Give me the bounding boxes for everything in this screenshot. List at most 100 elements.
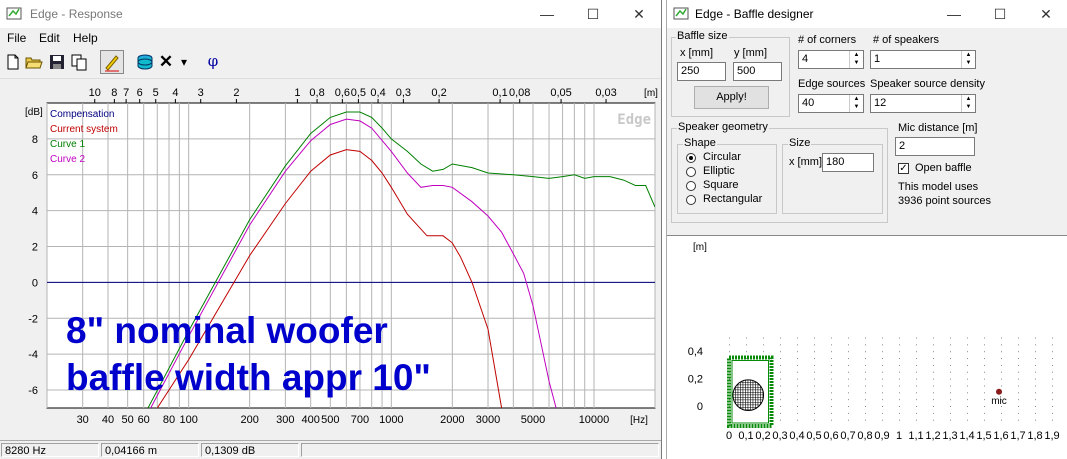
shape-circular-label[interactable]: Circular xyxy=(703,151,741,163)
top-tick-label: 0,8 xyxy=(309,87,324,99)
grid-dot xyxy=(899,371,900,373)
status-level: 0,1309 dB xyxy=(201,443,299,457)
grid-dot xyxy=(797,419,798,421)
grid-dot xyxy=(746,337,747,339)
mic-distance-input[interactable]: 2 xyxy=(895,137,975,156)
grid-dot xyxy=(967,371,968,373)
edge-sources-label: Edge sources xyxy=(798,78,866,90)
grid-dot xyxy=(967,385,968,387)
grid-dot xyxy=(882,358,883,360)
grid-dot xyxy=(848,364,849,366)
x-tick-label: 5000 xyxy=(521,414,545,426)
layout-x-tick: 0,2 xyxy=(755,430,770,442)
grid-dot xyxy=(984,406,985,407)
menu-help[interactable]: Help xyxy=(73,31,98,45)
maximize-button[interactable]: ☐ xyxy=(977,0,1023,28)
shape-square-radio[interactable] xyxy=(686,181,696,191)
grid-dot xyxy=(763,337,764,339)
grid-dot xyxy=(950,337,951,339)
edge-sources-spinner[interactable]: 40 ▲ ▼ xyxy=(798,94,864,113)
grid-dot xyxy=(1018,412,1019,414)
y-tick-label: -6 xyxy=(28,385,38,397)
grid-dot xyxy=(1052,337,1053,339)
maximize-button[interactable]: ☐ xyxy=(570,0,616,28)
grid-dot xyxy=(1018,364,1019,366)
phi-icon[interactable]: φ xyxy=(201,52,225,72)
grid-dot xyxy=(831,344,832,346)
grid-dot xyxy=(865,406,866,407)
layout-x-tick: 1,3 xyxy=(942,430,957,442)
speaker-density-spin-arrows[interactable]: ▲ ▼ xyxy=(961,95,975,112)
grid-dot xyxy=(882,399,883,401)
grid-dot xyxy=(933,399,934,401)
baffle-y-input[interactable]: 500 xyxy=(733,62,782,81)
grid-dot xyxy=(984,344,985,346)
grid-dot xyxy=(916,392,917,394)
status-wavelength: 0,04166 m xyxy=(101,443,199,457)
speakers-spin-arrows[interactable]: ▲ ▼ xyxy=(961,51,975,68)
grid-dot xyxy=(1052,412,1053,414)
size-input[interactable]: 180 xyxy=(822,153,874,172)
legend-compensation: Compensation xyxy=(50,109,114,120)
grid-dot xyxy=(1052,358,1053,360)
grid-dot xyxy=(865,378,866,380)
grid-dot xyxy=(984,378,985,380)
grid-dot xyxy=(933,406,934,407)
speaker-density-spinner[interactable]: 12 ▲ ▼ xyxy=(870,94,976,113)
grid-dot xyxy=(780,385,781,387)
speakers-value: 1 xyxy=(874,53,881,65)
grid-dot xyxy=(865,358,866,360)
layout-x-tick: 0,1 xyxy=(738,430,753,442)
shape-elliptic-label[interactable]: Elliptic xyxy=(703,165,735,177)
grid-dot xyxy=(831,412,832,414)
baffle-x-input[interactable]: 250 xyxy=(677,62,726,81)
baffle-layout-plot[interactable]: 0,40,200 0,1 0,2 0,3 0,4 0,5 0,6 0,7 0,8 0,9 1 1,1 1… xyxy=(667,236,1067,459)
grid-dot xyxy=(1001,337,1002,339)
menu-edit[interactable]: Edit xyxy=(39,31,60,45)
shape-circular-radio[interactable] xyxy=(686,153,696,163)
open-baffle-label[interactable]: Open baffle xyxy=(915,162,972,174)
grid-dot xyxy=(780,399,781,401)
grid-dot xyxy=(916,419,917,421)
copy-icon[interactable] xyxy=(69,52,89,72)
edge-sources-spin-arrows[interactable]: ▲ ▼ xyxy=(849,95,863,112)
dropdown-arrow-icon[interactable]: ▾ xyxy=(177,52,191,72)
delete-x-icon[interactable]: ✕ xyxy=(156,52,176,72)
top-tick-label: 0,08 xyxy=(509,87,530,99)
grid-dot xyxy=(848,419,849,421)
new-file-icon[interactable] xyxy=(3,52,23,72)
grid-dot xyxy=(933,371,934,373)
corners-spinner[interactable]: 4 ▲ ▼ xyxy=(798,50,864,69)
layout-x-tick: 0,4 xyxy=(789,430,804,442)
x-tick-label: 100 xyxy=(179,414,197,426)
frequency-response-chart[interactable]: 86420-2-4-6[dB]30 40 50 60 80 100 200 300 400 500… xyxy=(0,80,662,440)
grid-dot xyxy=(933,378,934,380)
minimize-button[interactable]: — xyxy=(524,0,570,28)
stack-icon[interactable] xyxy=(134,52,156,72)
grid-dot xyxy=(865,344,866,346)
open-folder-icon[interactable] xyxy=(24,52,44,72)
close-button[interactable]: ✕ xyxy=(616,0,661,28)
shape-rectangular-label[interactable]: Rectangular xyxy=(703,193,762,205)
save-icon[interactable] xyxy=(47,52,67,72)
info-line-2: 3936 point sources xyxy=(898,195,991,207)
grid-dot xyxy=(1001,412,1002,414)
pen-icon[interactable] xyxy=(100,50,124,74)
baffle-layout-panel: 0,4 0,2 0 0 0,1 0,2 0,3 0,4 0,5 0,6 0,7 0,8 0,9 1 1,1 1… xyxy=(667,235,1067,459)
shape-square-label[interactable]: Square xyxy=(703,179,738,191)
grid-dot xyxy=(831,337,832,339)
shape-rectangular-radio[interactable] xyxy=(686,195,696,205)
open-baffle-checkbox[interactable]: ✓ xyxy=(898,163,909,174)
apply-button[interactable]: Apply! xyxy=(694,86,769,109)
grid-dot xyxy=(780,392,781,394)
corners-spin-arrows[interactable]: ▲ ▼ xyxy=(849,51,863,68)
speakers-spinner[interactable]: 1 ▲ ▼ xyxy=(870,50,976,69)
grid-dot xyxy=(984,385,985,387)
minimize-button[interactable]: — xyxy=(931,0,977,28)
close-button[interactable]: ✕ xyxy=(1023,0,1067,28)
layout-x-tick: 0,8 xyxy=(857,430,872,442)
shape-elliptic-radio[interactable] xyxy=(686,167,696,177)
layout-x-tick: 1,1 xyxy=(908,430,923,442)
menu-file[interactable]: File xyxy=(7,31,26,45)
grid-dot xyxy=(967,399,968,401)
